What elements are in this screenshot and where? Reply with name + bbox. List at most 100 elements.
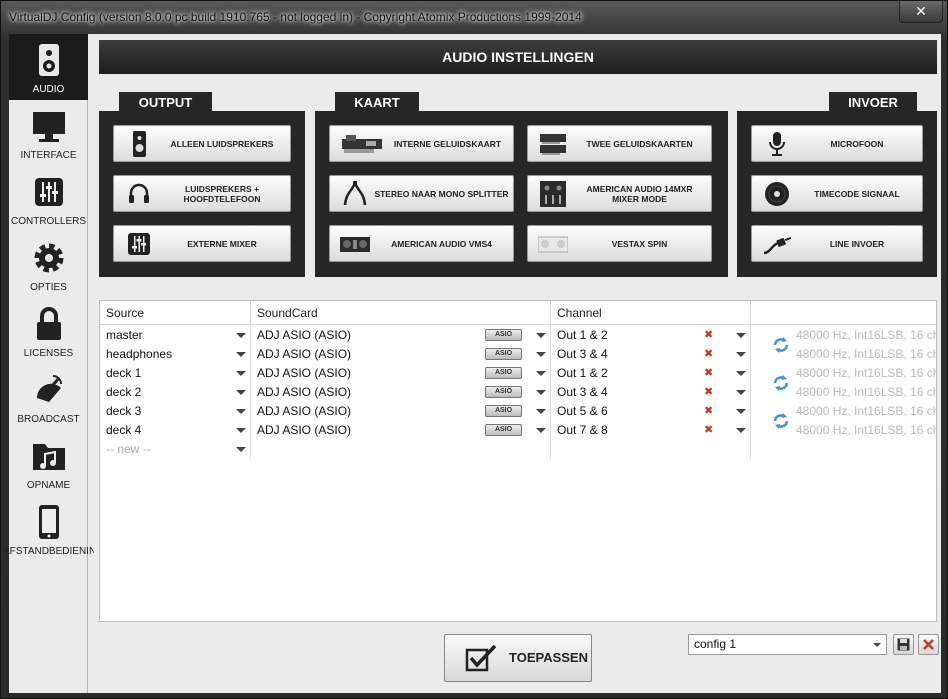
sliders-icon: [35, 178, 63, 206]
asio-badge: ASIO: [485, 386, 522, 398]
source-select[interactable]: deck 2: [100, 383, 251, 402]
chevron-down-icon: [536, 352, 546, 357]
sidebar-item-afstandbediening[interactable]: AFSTANDBEDIENING: [3, 496, 94, 562]
speaker-icon: [133, 131, 146, 157]
sidebar-item-licenses[interactable]: LICENSES: [9, 298, 88, 364]
column-header-soundcard: SoundCard: [251, 301, 551, 325]
american-audio-vms4-button[interactable]: AMERICAN AUDIO VMS4: [329, 225, 514, 262]
source-select[interactable]: master: [100, 326, 251, 345]
externe-mixer-button[interactable]: EXTERNE MIXER: [113, 225, 291, 262]
remove-row-icon[interactable]: ✖: [704, 387, 713, 398]
soundcard-select[interactable]: ADJ ASIO (ASIO) ASIO: [251, 364, 551, 383]
remove-row-icon[interactable]: ✖: [704, 368, 713, 379]
remove-row-icon[interactable]: ✖: [704, 330, 713, 341]
channel-select[interactable]: Out 7 & 8: [551, 421, 751, 440]
table-row: headphones ADJ ASIO (ASIO) ASIO Out 3 & 4…: [100, 345, 936, 364]
asio-badge: ASIO: [485, 348, 522, 360]
lock-icon: [37, 307, 61, 340]
chevron-down-icon: [736, 390, 746, 395]
soundcard-select[interactable]: ADJ ASIO (ASIO) ASIO: [251, 326, 551, 345]
chevron-down-icon: [536, 390, 546, 395]
interne-geluidskaart-button[interactable]: INTERNE GELUIDSKAART: [329, 125, 514, 162]
swap-channels-icon[interactable]: [771, 373, 791, 393]
save-config-button[interactable]: [893, 634, 914, 655]
sidebar-item-audio[interactable]: AUDIO: [9, 34, 88, 100]
sidebar-item-interface[interactable]: INTERFACE: [9, 100, 88, 166]
channel-select[interactable]: Out 3 & 4: [551, 383, 751, 402]
close-button[interactable]: ✕: [899, 1, 943, 23]
channel-select[interactable]: Out 1 & 2: [551, 326, 751, 345]
soundcard-select[interactable]: ADJ ASIO (ASIO) ASIO: [251, 402, 551, 421]
channel-select[interactable]: Out 5 & 6: [551, 402, 751, 421]
chevron-down-icon: [736, 428, 746, 433]
config-select[interactable]: config 1: [688, 634, 887, 655]
american-audio-14mxr-button[interactable]: AMERICAN AUDIO 14MXR MIXER MODE: [527, 175, 712, 212]
soundcard-select[interactable]: ADJ ASIO (ASIO) ASIO: [251, 383, 551, 402]
new-soundcard-cell: [251, 440, 551, 459]
table-row-new: -- new --: [100, 440, 936, 459]
chevron-down-icon: [236, 428, 246, 433]
new-channel-cell: [551, 440, 751, 459]
chevron-down-icon: [536, 428, 546, 433]
sidebar-item-broadcast[interactable]: BROADCAST: [9, 364, 88, 430]
title-bar: VirtualDJ Config (version 8.0.0 pc build…: [1, 1, 948, 35]
soundcard-select[interactable]: ADJ ASIO (ASIO) ASIO: [251, 421, 551, 440]
remove-row-icon[interactable]: ✖: [704, 406, 713, 417]
chevron-down-icon: [536, 409, 546, 414]
broadcast-icon: [36, 375, 62, 402]
sidebar-item-label: OPTIES: [30, 282, 67, 293]
chevron-down-icon: [236, 409, 246, 414]
source-select[interactable]: deck 1: [100, 364, 251, 383]
source-select[interactable]: deck 4: [100, 421, 251, 440]
sidebar-item-label: INTERFACE: [20, 150, 77, 161]
channel-select[interactable]: Out 3 & 4: [551, 345, 751, 364]
chevron-down-icon: [736, 333, 746, 338]
microfoon-button[interactable]: MICROFOON: [751, 125, 923, 162]
headphones-icon: [129, 183, 149, 203]
soundcards-icon: [540, 134, 566, 155]
chevron-down-icon: [236, 352, 246, 357]
sidebar-item-label: AFSTANDBEDIENING: [3, 546, 94, 557]
stereo-naar-mono-splitter-button[interactable]: STEREO NAAR MONO SPLITTER: [329, 175, 514, 212]
page-title: AUDIO INSTELLINGEN: [99, 40, 937, 74]
swap-channels-icon[interactable]: [771, 335, 791, 355]
chevron-down-icon: [736, 352, 746, 357]
timecode-signaal-button[interactable]: TIMECODE SIGNAAL: [751, 175, 923, 212]
channel-select[interactable]: Out 1 & 2: [551, 364, 751, 383]
sidebar-item-opname[interactable]: OPNAME: [9, 430, 88, 496]
sidebar-item-label: OPNAME: [26, 480, 71, 491]
sidebar-item-label: BROADCAST: [17, 414, 80, 425]
alleen-luidsprekers-button[interactable]: ALLEEN LUIDSPREKERS: [113, 125, 291, 162]
sidebar-item-opties[interactable]: OPTIES: [9, 232, 88, 298]
soundcard-select[interactable]: ADJ ASIO (ASIO) ASIO: [251, 345, 551, 364]
mixer-device-icon: [540, 181, 566, 207]
format-info: 48000 Hz, Int16LSB, 16 ch: [796, 328, 936, 342]
vestax-spin-button[interactable]: VESTAX SPIN: [527, 225, 712, 262]
remove-row-icon[interactable]: ✖: [704, 349, 713, 360]
vestax-device-icon: [538, 236, 568, 253]
apply-button[interactable]: TOEPASSEN: [444, 634, 592, 682]
window-title: VirtualDJ Config (version 8.0.0 pc build…: [9, 10, 582, 24]
column-header-info: [751, 301, 936, 325]
twee-geluidskaarten-button[interactable]: TWEE GELUIDSKAARTEN: [527, 125, 712, 162]
chevron-down-icon: [873, 643, 881, 647]
swap-channels-icon[interactable]: [771, 411, 791, 431]
sidebar-item-label: LICENSES: [23, 348, 74, 359]
column-header-channel: Channel: [551, 301, 751, 325]
speaker-icon: [39, 44, 59, 76]
sidebar-item-label: AUDIO: [32, 84, 65, 95]
source-select[interactable]: headphones: [100, 345, 251, 364]
config-window: VirtualDJ Config (version 8.0.0 pc build…: [0, 0, 948, 699]
asio-badge: ASIO: [485, 367, 522, 379]
format-info: 48000 Hz, Int16LSB, 16 ch: [796, 366, 936, 380]
luidsprekers-hoofdtelefoon-button[interactable]: LUIDSPREKERS + HOOFDTELEFOON: [113, 175, 291, 212]
source-select[interactable]: deck 3: [100, 402, 251, 421]
controller-device-icon: [340, 237, 370, 252]
line-invoer-button[interactable]: LINE INVOER: [751, 225, 923, 262]
chevron-down-icon: [536, 333, 546, 338]
column-header-source: Source: [100, 301, 251, 325]
delete-config-button[interactable]: [918, 634, 939, 655]
new-source-select[interactable]: -- new --: [100, 440, 251, 459]
sidebar-item-controllers[interactable]: CONTROLLERS: [9, 166, 88, 232]
remove-row-icon[interactable]: ✖: [704, 425, 713, 436]
